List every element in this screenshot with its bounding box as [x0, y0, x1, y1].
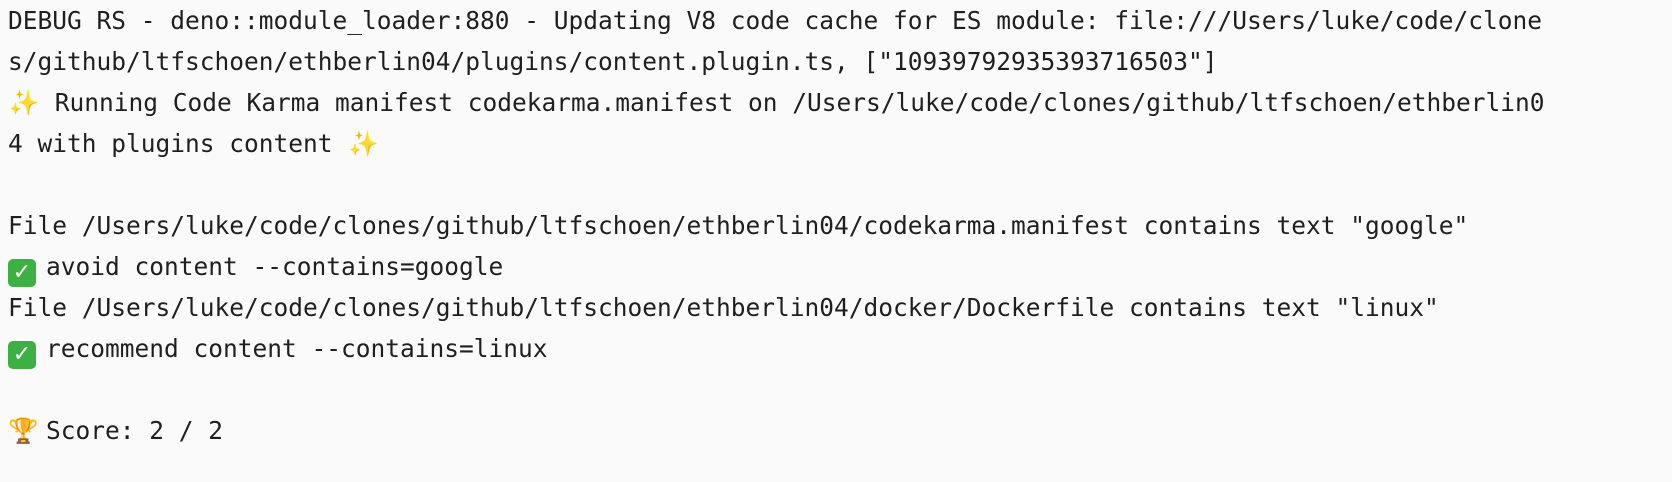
- check-icon: ✓: [8, 259, 36, 287]
- check-result-text: avoid content --contains=google: [46, 252, 504, 281]
- trophy-icon: 🏆: [8, 416, 39, 445]
- sparkle-icon: ✨: [8, 88, 40, 117]
- file-match-line: File /Users/luke/code/clones/github/ltfs…: [8, 293, 1439, 322]
- run-manifest-line: ✨ Running Code Karma manifest codekarma.…: [8, 82, 1672, 123]
- run-manifest-text-continued: 4 with plugins content: [8, 129, 348, 158]
- run-manifest-text: Running Code Karma manifest codekarma.ma…: [40, 88, 1545, 117]
- debug-log-line: DEBUG RS - deno::module_loader:880 - Upd…: [8, 6, 1543, 35]
- sparkle-icon: ✨: [348, 129, 379, 158]
- check-result-text: recommend content --contains=linux: [46, 334, 548, 363]
- file-match-line: File /Users/luke/code/clones/github/ltfs…: [8, 211, 1469, 240]
- debug-log-line-continued: s/github/ltfschoen/ethberlin04/plugins/c…: [8, 47, 1218, 76]
- terminal-output[interactable]: DEBUG RS - deno::module_loader:880 - Upd…: [0, 0, 1672, 482]
- check-result-line: ✓ avoid content --contains=google: [8, 246, 1672, 287]
- check-icon: ✓: [8, 341, 36, 369]
- check-result-line: ✓ recommend content --contains=linux: [8, 328, 1672, 369]
- run-manifest-line-continued: 4 with plugins content ✨: [8, 123, 1672, 164]
- score-line: 🏆 Score: 2 / 2: [8, 410, 1672, 451]
- score-text: Score: 2 / 2: [46, 416, 224, 445]
